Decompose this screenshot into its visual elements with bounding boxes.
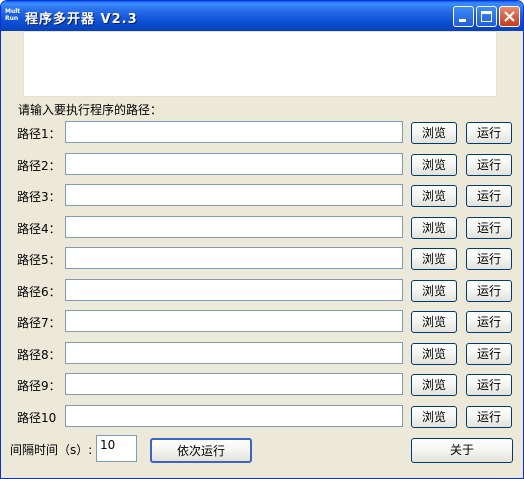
- main-window: Mult Run 程序多开器 V2.3 请输入要执行程序的路径： 路径1： 浏览运…: [0, 0, 524, 479]
- path-input-8[interactable]: [65, 342, 403, 364]
- path-prompt: 请输入要执行程序的路径：: [18, 103, 163, 117]
- path-label-9: 路径9：: [17, 379, 61, 393]
- path-input-7[interactable]: [65, 310, 403, 332]
- maximize-button[interactable]: [476, 6, 497, 27]
- run-button-5[interactable]: 运行: [466, 248, 512, 270]
- path-label-5: 路径5：: [17, 253, 61, 267]
- run-button-9[interactable]: 运行: [466, 374, 512, 396]
- browse-button-9[interactable]: 浏览: [411, 374, 457, 396]
- path-input-5[interactable]: [65, 247, 403, 269]
- browse-button-6[interactable]: 浏览: [411, 280, 457, 302]
- run-button-4[interactable]: 运行: [466, 217, 512, 239]
- path-label-8: 路径8：: [17, 348, 61, 362]
- path-input-10[interactable]: [65, 405, 403, 427]
- run-button-3[interactable]: 运行: [466, 185, 512, 207]
- browse-button-2[interactable]: 浏览: [411, 154, 457, 176]
- output-panel: [23, 31, 497, 97]
- run-button-10[interactable]: 运行: [466, 406, 512, 428]
- path-label-1: 路径1：: [17, 127, 61, 141]
- path-label-6: 路径6：: [17, 285, 61, 299]
- path-label-10: 路径10: [17, 411, 57, 425]
- client-area: 请输入要执行程序的路径： 路径1： 浏览 运行 路径2： 浏览 运行 路径3： 浏览 运行 路径4…: [4, 31, 520, 477]
- path-input-4[interactable]: [65, 216, 403, 238]
- browse-button-10[interactable]: 浏览: [411, 406, 457, 428]
- interval-label: 间隔时间（s）:: [10, 443, 93, 457]
- browse-button-7[interactable]: 浏览: [411, 311, 457, 333]
- app-icon-text-top: Mult: [5, 8, 21, 15]
- window-title: 程序多开器 V2.3: [25, 12, 138, 27]
- close-button[interactable]: [499, 6, 520, 27]
- app-icon: Mult Run: [5, 8, 21, 24]
- path-input-3[interactable]: [65, 184, 403, 206]
- minimize-button[interactable]: [453, 6, 474, 27]
- run-button-1[interactable]: 运行: [466, 122, 512, 144]
- browse-button-4[interactable]: 浏览: [411, 217, 457, 239]
- title-bar[interactable]: Mult Run 程序多开器 V2.3: [1, 1, 523, 31]
- run-button-7[interactable]: 运行: [466, 311, 512, 333]
- close-icon: [504, 11, 515, 22]
- browse-button-5[interactable]: 浏览: [411, 248, 457, 270]
- path-label-2: 路径2：: [17, 159, 61, 173]
- path-label-7: 路径7：: [17, 316, 61, 330]
- minimize-icon: [459, 19, 466, 22]
- browse-button-3[interactable]: 浏览: [411, 185, 457, 207]
- sequential-run-button[interactable]: 依次运行: [150, 438, 252, 463]
- run-button-8[interactable]: 运行: [466, 343, 512, 365]
- path-label-4: 路径4：: [17, 222, 61, 236]
- run-button-2[interactable]: 运行: [466, 154, 512, 176]
- app-icon-text-bottom: Run: [5, 15, 19, 22]
- browse-button-1[interactable]: 浏览: [411, 122, 457, 144]
- path-input-9[interactable]: [65, 373, 403, 395]
- run-button-6[interactable]: 运行: [466, 280, 512, 302]
- path-input-6[interactable]: [65, 279, 403, 301]
- interval-input[interactable]: 10: [96, 435, 137, 462]
- path-input-2[interactable]: [65, 153, 403, 175]
- path-input-1[interactable]: [65, 121, 403, 143]
- about-button[interactable]: 关于: [411, 438, 513, 463]
- browse-button-8[interactable]: 浏览: [411, 343, 457, 365]
- path-label-3: 路径3：: [17, 190, 61, 204]
- maximize-icon: [481, 11, 492, 22]
